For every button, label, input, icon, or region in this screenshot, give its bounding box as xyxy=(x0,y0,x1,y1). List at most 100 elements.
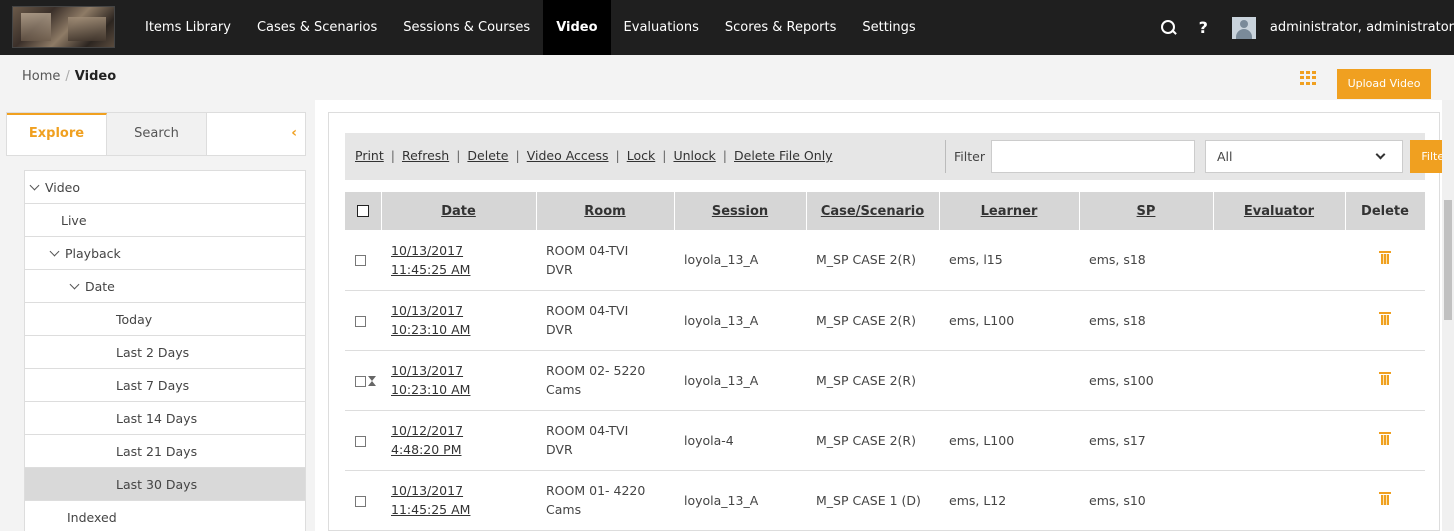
select-all-header xyxy=(345,192,382,230)
delete-link[interactable]: Delete xyxy=(467,148,508,163)
tab-search[interactable]: Search xyxy=(107,113,207,155)
tree-item-indexed[interactable]: Indexed xyxy=(25,501,305,531)
tree-item-last-7-days[interactable]: Last 7 Days xyxy=(25,369,305,402)
cell-sp: ems, s17 xyxy=(1079,410,1213,471)
tree-item-last-14-days[interactable]: Last 14 Days xyxy=(25,402,305,435)
grid-toolbar: Print | Refresh | Delete | Video Access | Lock | U… xyxy=(345,133,1454,180)
row-checkbox[interactable] xyxy=(355,495,366,507)
tree-item-last-2-days[interactable]: Last 2 Days xyxy=(25,336,305,369)
table-row: 10/12/2017 4:48:20 PM ROOM 04-TVI DVR loyo… xyxy=(345,410,1425,471)
cell-learner: ems, L12 xyxy=(939,470,1079,531)
nav-cases-scenarios[interactable]: Cases & Scenarios xyxy=(244,0,390,55)
cell-case: M_SP CASE 2(R) xyxy=(806,410,939,471)
table-row: 10/13/2017 11:45:25 AM ROOM 04-TVI DVR loy… xyxy=(345,230,1425,291)
col-session[interactable]: Session xyxy=(674,192,807,230)
unlock-link[interactable]: Unlock xyxy=(673,148,715,163)
col-date[interactable]: Date xyxy=(381,192,537,230)
cell-date[interactable]: 10/13/2017 11:45:25 AM xyxy=(381,470,536,531)
tree-item-label: Last 14 Days xyxy=(116,411,198,426)
chevron-down-icon xyxy=(1375,149,1386,160)
main-panel: Print | Refresh | Delete | Video Access | Lock | U… xyxy=(328,112,1454,531)
row-checkbox[interactable] xyxy=(355,255,366,267)
trash-icon[interactable] xyxy=(1379,431,1391,445)
nav-evaluations[interactable]: Evaluations xyxy=(611,0,712,55)
help-icon[interactable]: ? xyxy=(1199,18,1208,37)
chevron-down-icon xyxy=(69,279,80,290)
video-access-link[interactable]: Video Access xyxy=(527,148,609,163)
lock-link[interactable]: Lock xyxy=(627,148,656,163)
breadcrumb-separator: / xyxy=(65,69,70,84)
cell-date[interactable]: 10/13/2017 10:23:10 AM xyxy=(381,290,536,351)
cell-case: M_SP CASE 1 (D) xyxy=(806,470,939,531)
delete-file-only-link[interactable]: Delete File Only xyxy=(734,148,833,163)
cell-date[interactable]: 10/13/2017 10:23:10 AM xyxy=(381,350,536,411)
tree-item-last-21-days[interactable]: Last 21 Days xyxy=(25,435,305,468)
main-nav: Items Library Cases & Scenarios Sessions… xyxy=(132,0,929,55)
col-learner[interactable]: Learner xyxy=(939,192,1080,230)
select-all-checkbox[interactable] xyxy=(356,205,369,217)
row-checkbox[interactable] xyxy=(355,435,366,447)
tree-item-label: Last 7 Days xyxy=(116,378,190,393)
tree-item-playback[interactable]: Playback xyxy=(25,237,305,270)
tree-item-today[interactable]: Today xyxy=(25,303,305,336)
scrollbar-thumb[interactable] xyxy=(1444,200,1452,320)
tab-explore[interactable]: Explore xyxy=(7,113,107,155)
tree-item-live[interactable]: Live xyxy=(25,204,305,237)
tree-item-label: Last 30 Days xyxy=(116,477,198,492)
cell-sp: ems, s10 xyxy=(1079,470,1213,531)
trash-icon[interactable] xyxy=(1379,251,1391,265)
collapse-panel-icon[interactable]: ‹ xyxy=(291,125,297,141)
row-checkbox[interactable] xyxy=(355,375,366,387)
cell-room: ROOM 04-TVI DVR xyxy=(536,410,674,471)
nav-scores-reports[interactable]: Scores & Reports xyxy=(712,0,849,55)
cell-session: loyola_13_A xyxy=(674,230,806,291)
table-row: 10/13/2017 11:45:25 AM ROOM 01- 4220 Cams … xyxy=(345,470,1425,531)
tree-item-date[interactable]: Date xyxy=(25,270,305,303)
print-link[interactable]: Print xyxy=(355,148,384,163)
search-icon[interactable] xyxy=(1160,19,1177,36)
breadcrumb-bar: Home / Video Upload Video xyxy=(0,55,1454,100)
nav-items-library[interactable]: Items Library xyxy=(132,0,244,55)
table-row: 10/13/2017 10:23:10 AM ROOM 02- 5220 Cams … xyxy=(345,350,1425,411)
trash-icon[interactable] xyxy=(1379,371,1391,385)
trash-icon[interactable] xyxy=(1379,491,1391,505)
cell-session: loyola-4 xyxy=(674,410,806,471)
cell-session: loyola_13_A xyxy=(674,350,806,411)
tree-item-label: Live xyxy=(61,213,87,228)
user-name[interactable]: administrator, administrator xyxy=(1270,20,1454,35)
row-checkbox[interactable] xyxy=(355,315,366,327)
col-case-scenario[interactable]: Case/Scenario xyxy=(806,192,940,230)
cell-evaluator xyxy=(1213,410,1345,471)
tree-item-label: Video xyxy=(45,180,81,195)
col-evaluator[interactable]: Evaluator xyxy=(1213,192,1346,230)
trash-icon[interactable] xyxy=(1379,311,1391,325)
breadcrumb-current: Video xyxy=(74,69,117,84)
col-room[interactable]: Room xyxy=(536,192,675,230)
avatar[interactable] xyxy=(1231,16,1256,39)
filter-select[interactable]: All xyxy=(1205,140,1403,173)
nav-sessions-courses[interactable]: Sessions & Courses xyxy=(390,0,543,55)
cell-date[interactable]: 10/12/2017 4:48:20 PM xyxy=(381,410,536,471)
nav-video[interactable]: Video xyxy=(543,0,611,55)
app-logo[interactable] xyxy=(12,6,115,48)
video-tree: Video Live Playback Date Today Last 2 Da… xyxy=(24,170,306,531)
chevron-down-icon xyxy=(29,180,40,191)
upload-video-button[interactable]: Upload Video xyxy=(1337,69,1431,99)
cell-date[interactable]: 10/13/2017 11:45:25 AM xyxy=(381,230,536,291)
cell-room: ROOM 02- 5220 Cams xyxy=(536,350,674,411)
cell-learner xyxy=(939,350,1079,411)
filter-input[interactable] xyxy=(991,140,1195,173)
tree-item-last-30-days[interactable]: Last 30 Days xyxy=(25,468,305,501)
action-links: Print | Refresh | Delete | Video Access | Lock | U… xyxy=(355,148,833,163)
tree-item-label: Date xyxy=(85,279,115,294)
page-scrollbar[interactable] xyxy=(1442,100,1454,531)
grid-view-icon[interactable] xyxy=(1300,71,1316,85)
breadcrumb-home[interactable]: Home xyxy=(22,69,60,84)
refresh-link[interactable]: Refresh xyxy=(402,148,449,163)
nav-settings[interactable]: Settings xyxy=(849,0,928,55)
tree-item-video[interactable]: Video xyxy=(25,171,305,204)
cell-sp: ems, s18 xyxy=(1079,290,1213,351)
sidebar-tabs: Explore Search ‹ xyxy=(6,112,306,156)
cell-case: M_SP CASE 2(R) xyxy=(806,350,939,411)
col-sp[interactable]: SP xyxy=(1079,192,1214,230)
